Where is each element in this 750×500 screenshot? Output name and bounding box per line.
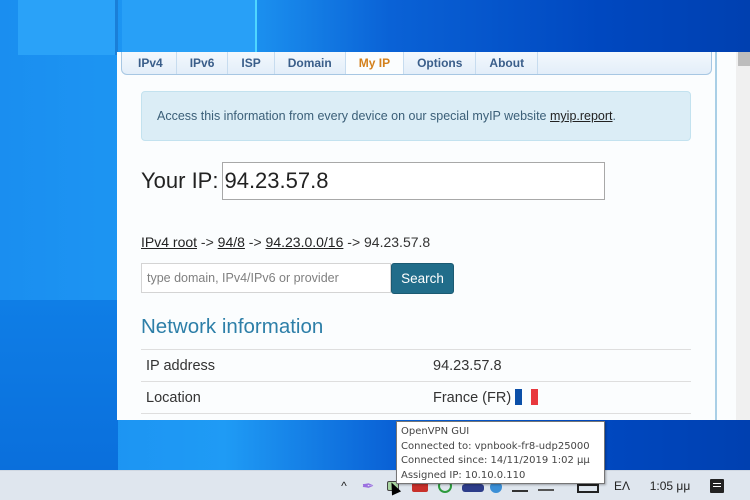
breadcrumb-current: 94.23.57.8 (364, 234, 431, 250)
row-value-location: France (FR) (429, 381, 691, 414)
location-text: France (FR) (433, 390, 512, 406)
row-label: Location (141, 381, 429, 414)
desktop-wallpaper-pane (122, 0, 257, 55)
search-form: Search (141, 263, 454, 294)
breadcrumb-separator: -> (343, 234, 365, 250)
page-divider (715, 52, 717, 420)
network-information-heading: Network information (141, 315, 324, 338)
row-value: 94.23.57.8 (429, 349, 691, 382)
your-ip-label: Your IP: (141, 168, 219, 193)
table-row: IP address 94.23.57.8 (141, 349, 691, 382)
tab-ipv4[interactable]: IPv4 (125, 52, 177, 74)
search-button[interactable]: Search (391, 263, 454, 294)
scrollbar-track[interactable] (736, 52, 750, 420)
your-ip-field[interactable] (222, 162, 606, 200)
info-notice: Access this information from every devic… (141, 91, 691, 141)
feather-tray-icon[interactable]: ✒ (358, 471, 378, 500)
breadcrumb: IPv4 root -> 94/8 -> 94.23.0.0/16 -> 94.… (141, 234, 430, 250)
tooltip-line: Connected since: 14/11/2019 1:02 μμ (401, 455, 590, 466)
tray-app-icon[interactable] (462, 484, 484, 492)
keyboard-icon[interactable] (577, 484, 599, 493)
breadcrumb-separator: -> (197, 234, 218, 250)
your-ip-row: Your IP: (141, 162, 606, 200)
breadcrumb-94-8[interactable]: 94/8 (218, 234, 245, 250)
taskbar: ^ ✒ ΕΛ 1:05 μμ (0, 470, 750, 500)
breadcrumb-ipv4-root[interactable]: IPv4 root (141, 234, 197, 250)
tooltip-line: Assigned IP: 10.10.0.110 (401, 469, 526, 481)
action-center-button[interactable] (707, 471, 727, 500)
tooltip-line: OpenVPN GUI (401, 426, 470, 437)
tab-about[interactable]: About (476, 52, 539, 74)
action-center-icon (710, 479, 724, 493)
row-label: IP address (141, 349, 429, 382)
desktop-wallpaper-pane (18, 0, 118, 55)
tab-bar: IPv4 IPv6 ISP Domain My IP Options About (121, 52, 712, 75)
tab-options[interactable]: Options (404, 52, 477, 74)
chevron-up-icon: ^ (341, 479, 347, 493)
scrollbar-thumb[interactable] (738, 52, 750, 66)
clock[interactable]: 1:05 μμ (645, 471, 695, 500)
language-indicator[interactable]: ΕΛ (610, 471, 634, 500)
network-info-table: IP address 94.23.57.8 Location France (F… (141, 349, 691, 414)
tab-domain[interactable]: Domain (275, 52, 346, 74)
breadcrumb-separator: -> (244, 234, 266, 250)
volume-icon[interactable] (538, 483, 554, 491)
notice-suffix: . (612, 109, 617, 123)
browser-page: IPv4 IPv6 ISP Domain My IP Options About… (117, 52, 750, 420)
tab-my-ip[interactable]: My IP (345, 52, 405, 74)
search-input[interactable] (141, 263, 391, 293)
tab-ipv6[interactable]: IPv6 (177, 52, 229, 74)
myip-report-link[interactable]: myip.report (550, 109, 613, 123)
openvpn-tooltip: OpenVPN GUI Connected to: vpnbook-fr8-ud… (396, 421, 605, 484)
table-row: Location France (FR) (141, 381, 691, 414)
tooltip-line: Connected to: vpnbook-fr8-udp25000 (401, 440, 590, 452)
notice-text: Access this information from every devic… (157, 109, 550, 123)
france-flag-icon (515, 389, 539, 405)
tab-isp[interactable]: ISP (228, 52, 275, 74)
breadcrumb-94-23-0-0-16[interactable]: 94.23.0.0/16 (266, 234, 344, 250)
show-hidden-icons-button[interactable]: ^ (335, 471, 353, 500)
desktop-wallpaper-pane (0, 300, 118, 470)
